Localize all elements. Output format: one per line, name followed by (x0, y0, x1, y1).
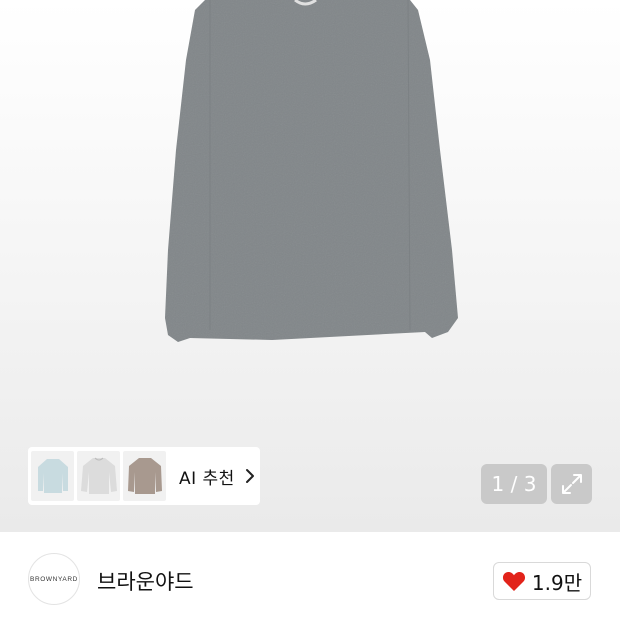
ai-recommend-panel[interactable]: AI 추천 (28, 447, 260, 505)
chevron-right-icon[interactable] (245, 468, 255, 484)
light-blue-shirt-thumbnail[interactable] (31, 451, 74, 501)
brown-shirt-thumbnail[interactable] (123, 451, 166, 501)
light-gray-shirt-icon (80, 457, 117, 494)
like-button[interactable]: 1.9만 (493, 562, 591, 600)
brand-logo[interactable]: BROWNYARD (28, 553, 80, 605)
expand-icon (561, 474, 582, 494)
image-counter: 1 / 3 (481, 464, 547, 504)
like-count: 1.9만 (531, 570, 583, 595)
ai-recommend-label[interactable]: AI 추천 (179, 464, 235, 489)
light-gray-shirt-thumbnail[interactable] (77, 451, 120, 501)
heart-icon (502, 571, 525, 591)
brown-shirt-icon (127, 458, 162, 494)
brand-bar: BROWNYARD 브라운야드 1.9만 (0, 532, 620, 620)
expand-button[interactable] (551, 464, 592, 504)
light-blue-shirt-icon (37, 459, 68, 493)
brand-logo-text: BROWNYARD (30, 575, 78, 583)
product-image-gallery[interactable]: AI 추천 1 / 3 (0, 0, 620, 532)
brand-name[interactable]: 브라운야드 (97, 566, 194, 596)
